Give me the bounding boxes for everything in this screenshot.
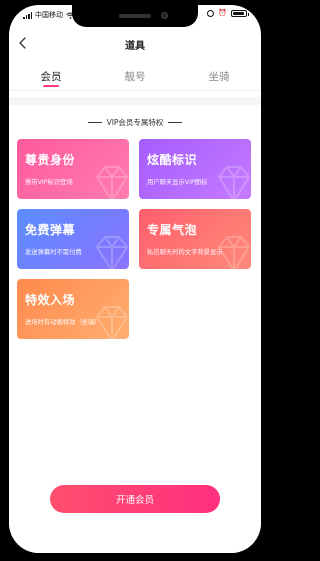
diamond-icon [95, 236, 129, 269]
active-tab-indicator [43, 85, 59, 87]
status-right: ⏰ [207, 9, 249, 17]
carrier-label: 中国移动 [35, 11, 63, 19]
battery-fill [233, 12, 244, 15]
privilege-card-danmaku[interactable]: 免费弹幕 发送弹幕时不需付费 [17, 209, 129, 269]
tab-label: 靓号 [124, 71, 146, 83]
screen: 中国移动 ⏰ 道具 会员 靓号 坐骑 VIP会员专属特权 尊贵身份 携带VIP标… [9, 5, 261, 553]
rotation-lock-icon [207, 10, 215, 17]
divider-line [87, 122, 102, 123]
tab-pretty-number[interactable]: 靓号 [93, 63, 177, 90]
divider-line [168, 122, 183, 123]
diamond-icon [95, 306, 129, 339]
speaker [119, 14, 151, 18]
tab-member[interactable]: 会员 [9, 63, 93, 90]
tab-label: 坐骑 [208, 71, 230, 83]
signal-icon [23, 11, 32, 19]
card-title: 炫酷标识 [147, 153, 198, 167]
card-title: 尊贵身份 [25, 153, 76, 167]
phone-frame: 中国移动 ⏰ 道具 会员 靓号 坐骑 VIP会员专属特权 尊贵身份 携带VIP标… [0, 0, 270, 561]
diamond-icon [217, 236, 251, 269]
page-title: 道具 [125, 41, 145, 52]
privilege-card-bubble[interactable]: 专属气泡 私信聊天时的文字背景显示 [139, 209, 251, 269]
status-left: 中国移动 [23, 10, 75, 20]
battery-icon [231, 10, 249, 17]
privilege-card-badge[interactable]: 炫酷标识 用户聊天显示VIP图标 [139, 139, 251, 199]
card-title: 免费弹幕 [25, 223, 76, 237]
card-title: 特效入场 [25, 293, 76, 307]
tab-bar: 会员 靓号 坐骑 [9, 63, 261, 91]
diamond-icon [217, 166, 251, 199]
card-description: 发送弹幕时不需付费 [25, 249, 82, 256]
tab-label: 会员 [40, 71, 62, 83]
content-area: VIP会员专属特权 尊贵身份 携带VIP标识登场 炫酷标识 用户聊天显示VIP图… [9, 105, 261, 553]
section-title: VIP会员专属特权 [9, 117, 261, 128]
diamond-icon [95, 166, 129, 199]
notch [72, 5, 198, 27]
privilege-card-entrance[interactable]: 特效入场 进场时有动画特效（坐骑） [17, 279, 129, 339]
alarm-icon: ⏰ [218, 9, 227, 17]
open-membership-button[interactable]: 开通会员 [50, 485, 220, 513]
card-description: 携带VIP标识登场 [25, 179, 73, 186]
section-title-text: VIP会员专属特权 [106, 118, 164, 127]
privilege-card-identity[interactable]: 尊贵身份 携带VIP标识登场 [17, 139, 129, 199]
card-title: 专属气泡 [147, 223, 198, 237]
camera [161, 12, 168, 19]
card-description: 用户聊天显示VIP图标 [147, 179, 208, 186]
nav-bar: 道具 [9, 33, 261, 55]
tab-mount[interactable]: 坐骑 [177, 63, 261, 90]
